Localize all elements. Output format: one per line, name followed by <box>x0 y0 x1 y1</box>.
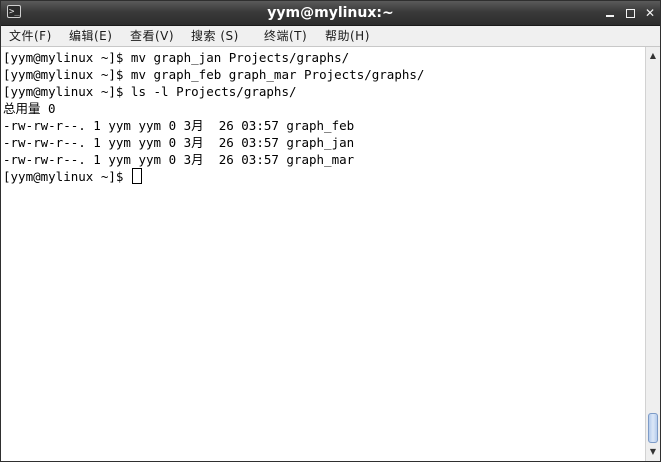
terminal-line: -rw-rw-r--. 1 yym yym 0 3月 26 03:57 grap… <box>3 118 355 133</box>
menu-terminal[interactable]: 终端(T) <box>264 27 307 45</box>
text-cursor <box>131 168 142 184</box>
scroll-down-icon[interactable]: ▼ <box>646 445 660 459</box>
scroll-thumb[interactable] <box>648 413 658 443</box>
menu-view[interactable]: 查看(V) <box>130 27 174 45</box>
terminal-line: [yym@mylinux ~]$ mv graph_feb graph_mar … <box>3 67 425 82</box>
terminal-output-area[interactable]: [yym@mylinux ~]$ mv graph_jan Projects/g… <box>1 47 644 461</box>
terminal-line: -rw-rw-r--. 1 yym yym 0 3月 26 03:57 grap… <box>3 135 355 150</box>
menu-search[interactable]: 搜索 (S) <box>191 27 239 45</box>
shell-prompt: [yym@mylinux ~]$ <box>3 169 131 184</box>
menu-bar: 文件(F) 编辑(E) 查看(V) 搜索 (S) 终端(T) 帮助(H) <box>1 26 660 47</box>
menu-help[interactable]: 帮助(H) <box>325 27 370 45</box>
terminal-line: [yym@mylinux ~]$ ls -l Projects/graphs/ <box>3 84 297 99</box>
terminal-line: [yym@mylinux ~]$ mv graph_jan Projects/g… <box>3 50 350 65</box>
maximize-icon <box>626 9 635 18</box>
minimize-button[interactable] <box>601 4 619 22</box>
menu-file[interactable]: 文件(F) <box>9 27 52 45</box>
terminal-window: >_ yym@mylinux:~ ✕ 文件(F) 编辑(E) 查看(V) 搜索 … <box>0 0 661 462</box>
vertical-scrollbar[interactable]: ▲ ▼ <box>645 47 660 461</box>
window-title: yym@mylinux:~ <box>267 5 394 21</box>
minimize-icon <box>606 15 614 17</box>
scroll-up-icon[interactable]: ▲ <box>646 49 660 63</box>
terminal-prompt-line: [yym@mylinux ~]$ <box>3 168 142 185</box>
close-button[interactable]: ✕ <box>641 4 659 22</box>
terminal-line: 总用量 0 <box>3 101 56 116</box>
terminal-line: -rw-rw-r--. 1 yym yym 0 3月 26 03:57 grap… <box>3 152 355 167</box>
scroll-track[interactable] <box>648 65 658 443</box>
menu-edit[interactable]: 编辑(E) <box>69 27 112 45</box>
close-icon: ✕ <box>644 6 656 20</box>
maximize-button[interactable] <box>621 4 639 22</box>
title-bar[interactable]: >_ yym@mylinux:~ ✕ <box>1 1 660 26</box>
